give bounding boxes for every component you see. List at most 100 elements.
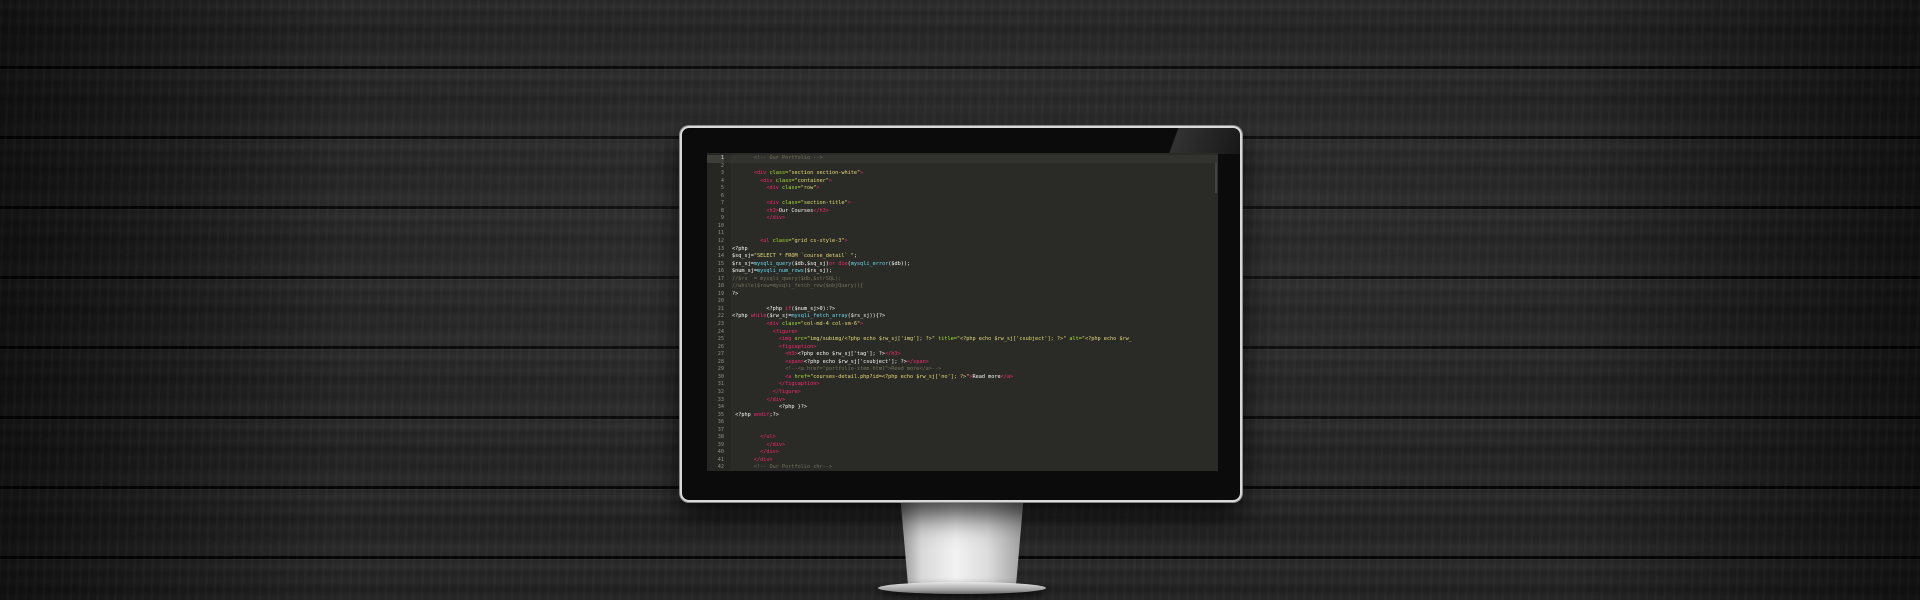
code-token: class= bbox=[769, 170, 789, 177]
code-line[interactable]: 41 </div> bbox=[707, 457, 1218, 465]
code-token: ($rs_sj); bbox=[803, 268, 832, 275]
line-number: 40 bbox=[717, 449, 724, 456]
code-view[interactable]: 1 <!-- Our Portfolio --> 2 3 <div class="s… bbox=[707, 155, 1218, 471]
code-token: > bbox=[847, 200, 851, 207]
code-token: > bbox=[828, 177, 832, 184]
code-line[interactable]: 6 bbox=[707, 193, 1218, 201]
code-line[interactable]: 9 </div> bbox=[707, 215, 1218, 223]
code-token: href= bbox=[794, 373, 811, 380]
code-token: <div bbox=[766, 200, 782, 207]
line-number: 26 bbox=[717, 343, 724, 350]
code-line[interactable]: 15 $rs_sj=mysqli_query($db,$sq_sj)or die (… bbox=[707, 261, 1218, 269]
code-token: class= bbox=[781, 200, 801, 207]
code-line[interactable]: 38 </ul> bbox=[707, 434, 1218, 442]
code-token: <img bbox=[778, 336, 795, 343]
line-number: 22 bbox=[717, 313, 724, 320]
code-token: mysqli_error bbox=[850, 260, 889, 267]
code-line[interactable]: 4 <div class="container"> bbox=[707, 178, 1218, 186]
code-token: ($num_sj>0):?> bbox=[791, 305, 836, 312]
code-editor-screen: 1 <!-- Our Portfolio --> 2 3 <div class="s… bbox=[707, 153, 1218, 471]
code-token: <?php echo $rw_sj['csubject']; ?> bbox=[803, 358, 907, 365]
code-token: > bbox=[860, 321, 864, 328]
line-number: 31 bbox=[717, 381, 724, 388]
line-number: 27 bbox=[717, 351, 724, 358]
code-token: </h3> bbox=[885, 351, 901, 358]
minimap-scroll-indicator[interactable] bbox=[1215, 163, 1217, 193]
code-token: class= bbox=[775, 177, 795, 184]
code-token: "<?php echo $rw_ bbox=[1081, 336, 1132, 343]
code-token: Read more bbox=[972, 373, 1001, 380]
code-token: </div> bbox=[753, 456, 773, 463]
code-line[interactable]: 19 ?> bbox=[707, 291, 1218, 299]
code-line[interactable]: 25 <img src="img/subimg/<?php echo $rw_s… bbox=[707, 336, 1218, 344]
code-line[interactable]: 31 </figcaption> bbox=[707, 381, 1218, 389]
code-line[interactable]: 24 <figure> bbox=[707, 329, 1218, 337]
code-token: <ul bbox=[760, 238, 773, 245]
code-line[interactable]: 36 bbox=[707, 419, 1218, 427]
code-line[interactable]: 16 $num_sj=mysqli_num_rows($rs_sj); bbox=[707, 268, 1218, 276]
line-number: 3 bbox=[720, 170, 724, 177]
line-number: 42 bbox=[717, 464, 724, 471]
code-line[interactable]: 2 bbox=[707, 163, 1218, 171]
code-line[interactable]: 39 </div> bbox=[707, 442, 1218, 450]
code-token: $sq_sj= bbox=[732, 253, 754, 260]
line-number: 33 bbox=[717, 396, 724, 403]
code-line[interactable]: 35 <?php endif;?> bbox=[707, 412, 1218, 420]
code-line[interactable]: 5 <div class="row"> bbox=[707, 185, 1218, 193]
code-token: <span> bbox=[785, 358, 804, 365]
code-line[interactable]: 22 <?php while($rw_sj=mysqli_fetch_array(… bbox=[707, 313, 1218, 321]
code-line[interactable]: 21 <?php if($num_sj>0):?> bbox=[707, 306, 1218, 314]
code-line[interactable]: 8 <h3>Our Courses</h3> bbox=[707, 208, 1218, 216]
code-line[interactable]: 3 <div class="section section-white"> bbox=[707, 170, 1218, 178]
code-token: "grid cs-style-3" bbox=[791, 238, 845, 245]
code-line[interactable]: 32 </figure> bbox=[707, 389, 1218, 397]
line-number: 41 bbox=[717, 456, 724, 463]
code-line[interactable]: 29 <!--<a href="portfolio-item.html">Rea… bbox=[707, 366, 1218, 374]
code-line[interactable]: 11 bbox=[707, 230, 1218, 238]
code-token: "row" bbox=[800, 185, 817, 192]
code-token: src= bbox=[794, 336, 807, 343]
code-token: "SELECT * FROM `course_detail` " bbox=[753, 253, 854, 260]
code-line[interactable]: 33 </div> bbox=[707, 397, 1218, 405]
code-line[interactable]: 7 <div class="section-title"> bbox=[707, 200, 1218, 208]
code-line[interactable]: 34 <?php }?> bbox=[707, 404, 1218, 412]
code-line[interactable]: 28 <span><?php echo $rw_sj['csubject']; … bbox=[707, 359, 1218, 367]
code-line[interactable]: 17 //$rs = mysqli_query($db,$strSQL); bbox=[707, 276, 1218, 284]
line-number: 35 bbox=[717, 411, 724, 418]
code-token: "img/subimg/<?php echo $rw_sj['img']; ?>… bbox=[806, 336, 936, 343]
code-line[interactable]: 42 <!-- Our Portfolio chr--> bbox=[707, 464, 1218, 471]
code-token: "section-title" bbox=[800, 200, 848, 207]
line-number: 9 bbox=[720, 215, 724, 222]
code-token: <h3> bbox=[766, 207, 779, 214]
code-line[interactable]: 26 <figcaption> bbox=[707, 344, 1218, 352]
code-line[interactable]: 30 <a href="courses-detail.php?id=<?php … bbox=[707, 374, 1218, 382]
code-line[interactable]: 20 bbox=[707, 298, 1218, 306]
code-line[interactable]: 40 </div> bbox=[707, 449, 1218, 457]
code-token: > bbox=[860, 170, 864, 177]
line-number: 12 bbox=[717, 238, 724, 245]
code-line[interactable]: 10 bbox=[707, 223, 1218, 231]
code-token: Our Courses bbox=[778, 207, 814, 214]
code-line[interactable]: 18 //while($row=mysqli_fetch_row($objQuer… bbox=[707, 283, 1218, 291]
code-line[interactable]: 13 <?php bbox=[707, 246, 1218, 254]
code-token: ;?> bbox=[769, 411, 779, 418]
code-line[interactable]: 23 <div class="col-md-4 col-sm-6"> bbox=[707, 321, 1218, 329]
code-line[interactable]: 12 <ul class="grid cs-style-3"> bbox=[707, 238, 1218, 246]
desktop-monitor: 1 <!-- Our Portfolio --> 2 3 <div class="s… bbox=[680, 126, 1242, 502]
code-token: ($db)); bbox=[888, 260, 911, 267]
code-line[interactable]: 27 <h3><?php echo $rw_sj['tag']; ?></h3> bbox=[707, 351, 1218, 359]
code-line[interactable]: 14 $sq_sj="SELECT * FROM `course_detail` … bbox=[707, 253, 1218, 261]
line-number: 37 bbox=[717, 426, 724, 433]
code-token: </div> bbox=[760, 449, 779, 456]
code-line[interactable]: 1 <!-- Our Portfolio --> bbox=[707, 155, 1218, 163]
line-number: 16 bbox=[717, 268, 724, 275]
line-number: 18 bbox=[717, 283, 724, 290]
code-line[interactable]: 37 bbox=[707, 427, 1218, 435]
